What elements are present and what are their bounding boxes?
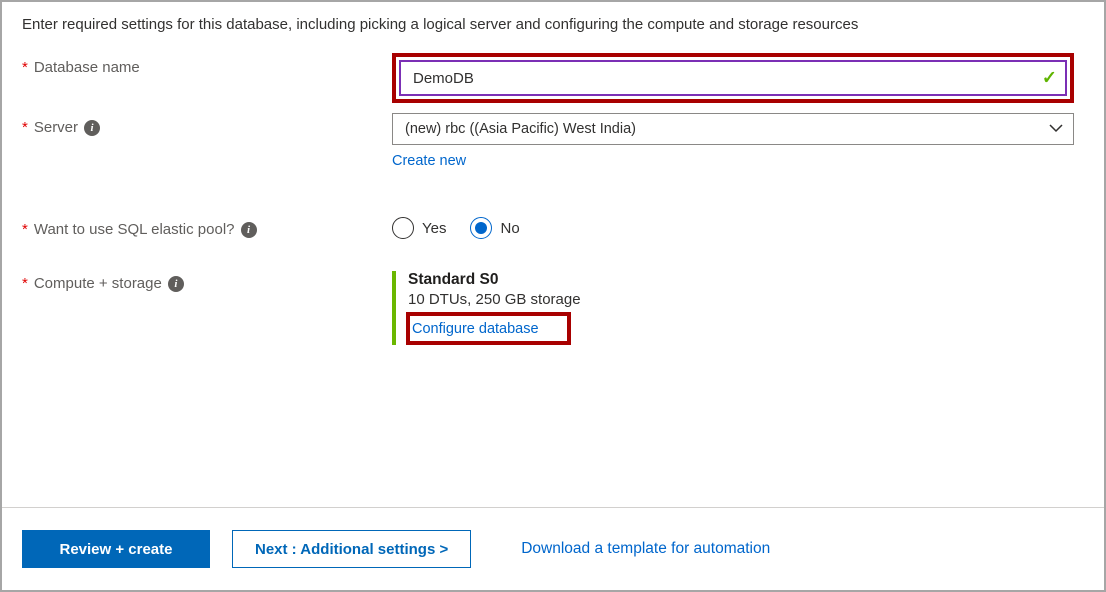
radio-yes-label: Yes [422,220,446,237]
database-name-input-wrap: ✓ [399,60,1067,96]
row-database-name: * Database name ✓ [22,53,1084,103]
radio-dot-icon [475,222,487,234]
download-template-link[interactable]: Download a template for automation [521,540,770,558]
intro-text: Enter required settings for this databas… [22,14,1084,35]
row-server: * Server i (new) rbc ((Asia Pacific) Wes… [22,113,1084,169]
server-select[interactable]: (new) rbc ((Asia Pacific) West India) [392,113,1074,145]
label-database-name: * Database name [22,53,392,76]
compute-tier: Standard S0 [408,271,1074,289]
required-asterisk: * [22,221,28,238]
compute-detail: 10 DTUs, 250 GB storage [408,291,1074,308]
label-text: Compute + storage [34,275,162,292]
footer-bar: Review + create Next : Additional settin… [2,507,1104,590]
row-compute-storage: * Compute + storage i Standard S0 10 DTU… [22,269,1084,345]
create-new-server-link[interactable]: Create new [392,153,466,169]
configure-database-link[interactable]: Configure database [412,321,539,337]
label-text: Server [34,119,78,136]
radio-icon [470,217,492,239]
info-icon[interactable]: i [168,276,184,292]
server-selected-text: (new) rbc ((Asia Pacific) West India) [405,121,636,137]
radio-no[interactable]: No [470,217,519,239]
row-elastic-pool: * Want to use SQL elastic pool? i Yes No [22,215,1084,239]
required-asterisk: * [22,59,28,76]
label-compute-storage: * Compute + storage i [22,269,392,292]
label-elastic-pool: * Want to use SQL elastic pool? i [22,215,392,238]
radio-icon [392,217,414,239]
label-server: * Server i [22,113,392,136]
compute-summary: Standard S0 10 DTUs, 250 GB storage Conf… [392,271,1074,345]
review-create-button[interactable]: Review + create [22,530,210,568]
highlight-configure-database: Configure database [406,312,571,345]
required-asterisk: * [22,275,28,292]
highlight-database-name: ✓ [392,53,1074,103]
info-icon[interactable]: i [84,120,100,136]
database-name-input[interactable] [401,62,1065,94]
elastic-pool-radio-group: Yes No [392,215,1074,239]
required-asterisk: * [22,119,28,136]
radio-no-label: No [500,220,519,237]
radio-yes[interactable]: Yes [392,217,446,239]
label-text: Want to use SQL elastic pool? [34,221,235,238]
next-additional-settings-button[interactable]: Next : Additional settings > [232,530,471,568]
chevron-down-icon [1049,122,1063,136]
info-icon[interactable]: i [241,222,257,238]
label-text: Database name [34,59,140,76]
checkmark-icon: ✓ [1042,68,1057,89]
